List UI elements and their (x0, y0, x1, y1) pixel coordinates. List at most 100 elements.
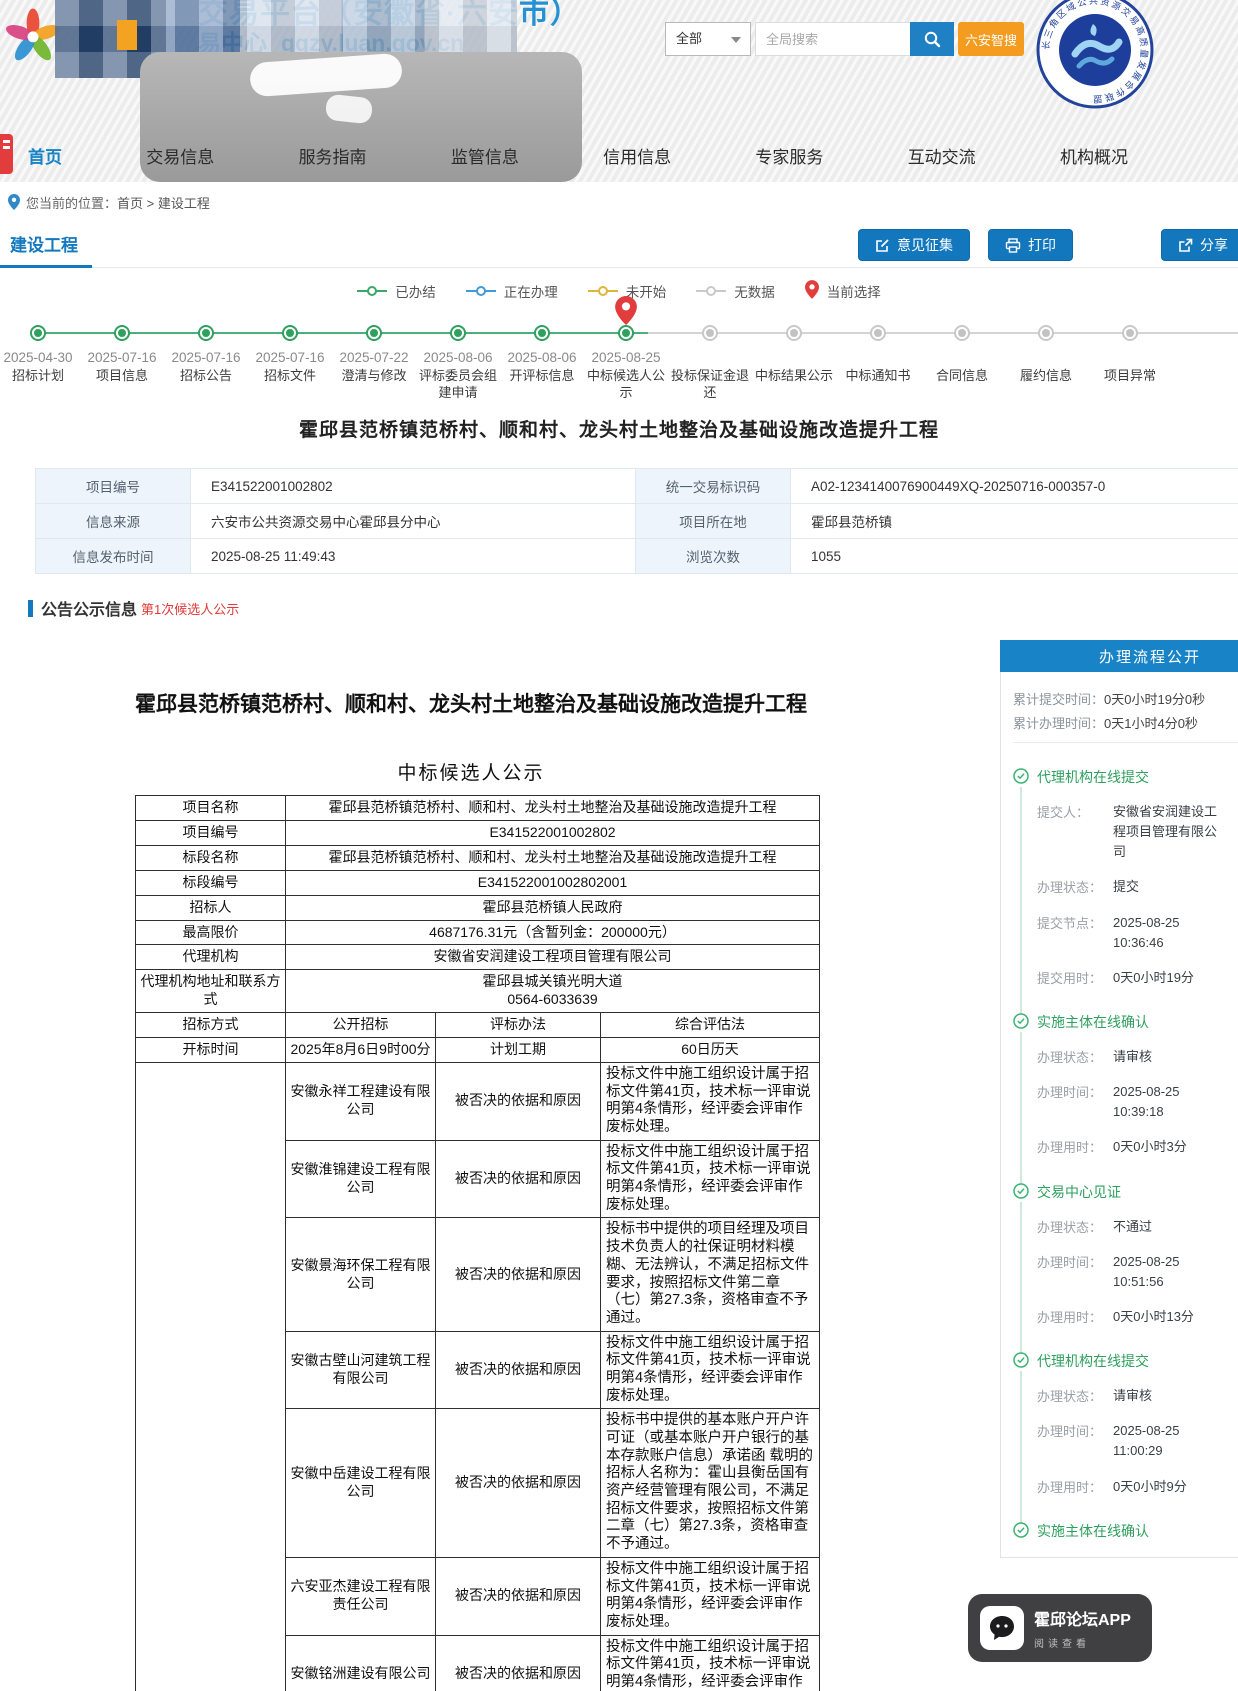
timeline-step-label[interactable]: 中标结果公示 (755, 368, 833, 385)
feedback-button[interactable]: 意见征集 (858, 229, 970, 261)
nav-item-2[interactable]: 交易信息 (146, 143, 214, 168)
flow-step-title-text: 交易中心见证 (1037, 1184, 1121, 1200)
flow-field-label: 办理状态： (1037, 1217, 1113, 1237)
detail-label-cell: 标段编号 (136, 870, 286, 895)
bidder-reason-cell: 投标文件中施工组织设计属于招标文件第41页，技术标一评审说明第4条情形，经评委会… (601, 1140, 820, 1218)
timeline-step-label[interactable]: 招标公告 (167, 368, 245, 385)
bidder-basis-cell: 被否决的依据和原因 (436, 1635, 601, 1691)
flow-step-field: 办理状态：请审核 (1037, 1047, 1238, 1067)
timeline-node-10[interactable] (786, 325, 802, 341)
detail-value-cell: 计划工期 (436, 1038, 601, 1063)
flow-field-label: 办理时间： (1037, 1082, 1113, 1122)
timeline-node-12[interactable] (954, 325, 970, 341)
timeline-step-label[interactable]: 中标候选人公示 (587, 368, 665, 402)
flow-step-field: 办理状态：不通过 (1037, 1217, 1238, 1237)
timeline-date: 2025-07-16 (162, 350, 250, 365)
detail-label-cell: 项目编号 (136, 820, 286, 845)
detail-value-cell: 霍邱县范桥镇范桥村、顺和村、龙头村土地整治及基础设施改造提升工程 (286, 845, 820, 870)
detail-value-cell: 霍邱县范桥镇人民政府 (286, 895, 820, 920)
timeline-date: 2025-08-06 (414, 350, 502, 365)
timeline-step-label[interactable]: 项目异常 (1091, 368, 1169, 385)
breadcrumb-path[interactable]: 首页 > 建设工程 (117, 196, 210, 211)
timeline-node-4[interactable] (282, 325, 298, 341)
timeline-node-8[interactable] (618, 325, 634, 341)
nav-item-4[interactable]: 监管信息 (451, 143, 519, 168)
timeline-step-label[interactable]: 履约信息 (1007, 368, 1085, 385)
alliance-emblem: 长三角区域公共资源交易高质量发展合作联盟 (1035, 0, 1155, 110)
flow-panel-body: 累计提交时间：0天0小时19分0秒累计办理时间：0天1小时4分0秒代理机构在线提… (1000, 672, 1238, 1558)
bidder-name-cell: 安徽淮锦建设工程有限公司 (286, 1140, 436, 1218)
timeline-step-label[interactable]: 评标委员会组建申请 (419, 368, 497, 402)
detail-row-2: 项目编号E341522001002802 (136, 820, 820, 845)
timeline-node-9[interactable] (702, 325, 718, 341)
timeline-node-5[interactable] (366, 325, 382, 341)
flow-field-value: 2025-08-25 10:51:56 (1113, 1252, 1225, 1292)
detail-row-8: 代理机构地址和联系方式霍邱县城关镇光明大道 0564-6033639 (136, 970, 820, 1013)
flow-step-title: 代理机构在线提交 (1037, 767, 1238, 787)
bidder-basis-cell: 被否决的依据和原因 (436, 1218, 601, 1331)
nav-item-1[interactable]: 首页 (28, 143, 62, 168)
current-selection-pin (615, 296, 637, 325)
timeline-step-label[interactable]: 招标计划 (0, 368, 77, 385)
detail-row-5: 招标人霍邱县范桥镇人民政府 (136, 895, 820, 920)
share-button[interactable]: 分享 (1161, 229, 1238, 261)
nav-item-8[interactable]: 机构概况 (1060, 143, 1128, 168)
timeline-step-label[interactable]: 招标文件 (251, 368, 329, 385)
legend-item-4: 无数据 (696, 281, 775, 301)
timeline-node-13[interactable] (1038, 325, 1054, 341)
timeline-node-1[interactable] (30, 325, 46, 341)
flow-panel-title: 办理流程公开 (1000, 640, 1238, 672)
info-label: 信息来源 (36, 504, 191, 539)
legend-label: 已办结 (395, 281, 436, 301)
floating-side-widget[interactable] (0, 134, 13, 174)
bidder-reason-cell: 投标文件中施工组织设计属于招标文件第41页，技术标一评审说明第4条情形，经评委会… (601, 1557, 820, 1635)
flow-field-label: 提交用时： (1037, 968, 1113, 988)
flow-step-title: 实施主体在线确认 (1037, 1521, 1238, 1541)
detail-value-cell: 评标办法 (436, 1013, 601, 1038)
flow-field-label: 办理状态： (1037, 1386, 1113, 1406)
bidder-reason-cell: 投标文件中施工组织设计属于招标文件第41页，技术标一评审说明第4条情形，经评委会… (601, 1635, 820, 1691)
search-input[interactable] (755, 22, 910, 56)
timeline-node-11[interactable] (870, 325, 886, 341)
smart-search-button[interactable]: 六安智搜 (958, 22, 1024, 56)
tab-construction[interactable]: 建设工程 (10, 231, 78, 256)
timeline-step-label[interactable]: 中标通知书 (839, 368, 917, 385)
detail-value-cell: 安徽省安润建设工程项目管理有限公司 (286, 945, 820, 970)
nav-item-6[interactable]: 专家服务 (755, 143, 823, 168)
legend-node-glyph (357, 286, 387, 296)
flow-step-4: 代理机构在线提交办理状态：请审核办理时间：2025-08-25 11:00:29… (1013, 1351, 1238, 1497)
legend-label: 无数据 (734, 281, 775, 301)
flow-summary-1: 累计提交时间：0天0小时19分0秒 (1013, 689, 1238, 708)
timeline-node-6[interactable] (450, 325, 466, 341)
flow-step-title-text: 实施主体在线确认 (1037, 1014, 1149, 1030)
flow-field-label: 办理状态： (1037, 877, 1113, 897)
timeline-step-label[interactable]: 澄清与修改 (335, 368, 413, 385)
timeline-step-label[interactable]: 投标保证金退还 (671, 368, 749, 402)
timeline-node-3[interactable] (198, 325, 214, 341)
bidder-reason-cell: 投标书中提供的基本账户开户许可证（或基本账户开户银行的基本存款账户信息）承诺函 … (601, 1409, 820, 1558)
flow-field-label: 办理状态： (1037, 1047, 1113, 1067)
legend-node-glyph (466, 286, 496, 296)
detail-row-4: 标段编号E341522001002802001 (136, 870, 820, 895)
timeline-node-14[interactable] (1122, 325, 1138, 341)
nav-item-5[interactable]: 信用信息 (603, 143, 671, 168)
search-button[interactable] (910, 22, 954, 56)
timeline-step-label[interactable]: 项目信息 (83, 368, 161, 385)
print-button[interactable]: 打印 (988, 229, 1073, 261)
timeline-node-7[interactable] (534, 325, 550, 341)
tab-row: 建设工程 意见征集打印 分享 (0, 222, 1238, 268)
nav-item-7[interactable]: 互动交流 (908, 143, 976, 168)
search-category-select[interactable]: 全部 (665, 22, 751, 56)
timeline-step-label[interactable]: 开评标信息 (503, 368, 581, 385)
flow-step-field: 办理用时：0天0小时13分 (1037, 1307, 1238, 1327)
section-title: 公告公示信息 (41, 596, 137, 620)
search-category-value: 全部 (676, 31, 702, 46)
detail-row-6: 最高限价4687176.31元（含暂列金：200000元） (136, 920, 820, 945)
timeline-node-2[interactable] (114, 325, 130, 341)
info-label: 统一交易标识码 (636, 469, 791, 504)
bid-candidate-table: 项目名称霍邱县范桥镇范桥村、顺和村、龙头村土地整治及基础设施改造提升工程项目编号… (135, 795, 820, 1691)
button-label: 分享 (1200, 235, 1228, 255)
flow-field-value: 请审核 (1113, 1047, 1225, 1067)
timeline-step-label[interactable]: 合同信息 (923, 368, 1001, 385)
nav-item-3[interactable]: 服务指南 (299, 143, 367, 168)
